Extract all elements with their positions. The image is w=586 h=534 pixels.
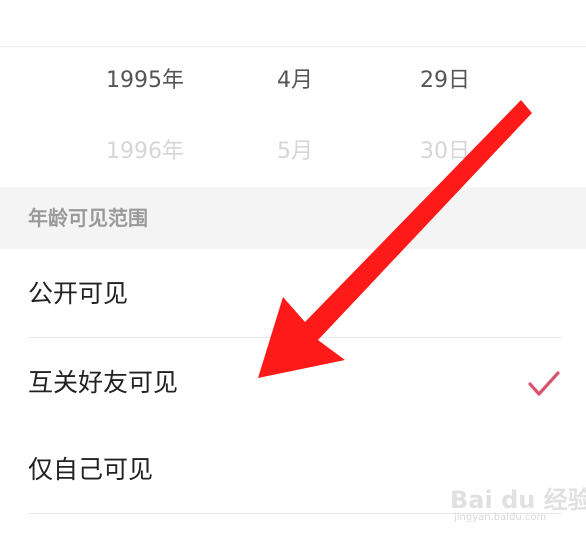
picker-day-next[interactable]: 30日 (380, 132, 510, 172)
watermark-text: Bai du 经验 (450, 486, 586, 514)
check-icon (528, 371, 560, 396)
picker-month-selected[interactable]: 4月 (230, 61, 360, 101)
picker-month-next[interactable]: 5月 (230, 132, 360, 172)
picker-year-selected[interactable]: 1995年 (80, 61, 210, 101)
divider (28, 337, 561, 338)
picker-row-selected[interactable]: 1995年 4月 29日 (0, 61, 586, 101)
picker-year-next[interactable]: 1996年 (80, 132, 210, 172)
option-label: 公开可见 (28, 279, 129, 308)
watermark: Bai du 经验 jingyan.baidu.com (450, 476, 586, 528)
picker-day-selected[interactable]: 29日 (380, 61, 510, 101)
option-public[interactable]: 公开可见 (0, 250, 586, 338)
option-mutual-friends[interactable]: 互关好友可见 (0, 339, 586, 427)
section-header: 年龄可见范围 (0, 187, 586, 249)
date-picker[interactable]: 1995年 4月 29日 1996年 5月 30日 (0, 47, 586, 187)
option-label: 互关好友可见 (28, 368, 179, 397)
section-title: 年龄可见范围 (28, 206, 148, 230)
option-label: 仅自己可见 (28, 455, 154, 484)
watermark-sub: jingyan.baidu.com (454, 512, 547, 523)
picker-row-next[interactable]: 1996年 5月 30日 (0, 132, 586, 172)
